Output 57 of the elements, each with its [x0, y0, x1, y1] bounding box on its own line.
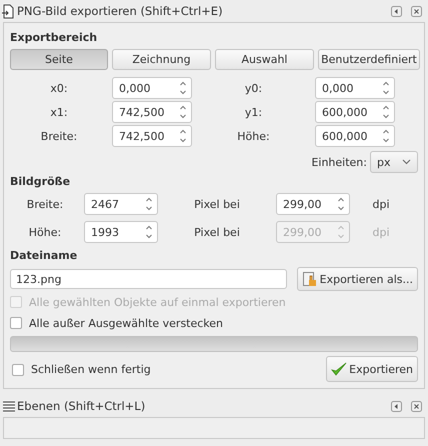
- collapse-icon[interactable]: [391, 6, 402, 16]
- spin-field[interactable]: 600,000: [315, 101, 395, 123]
- stepper-icon[interactable]: [382, 104, 390, 120]
- spin-field[interactable]: 0,000: [315, 77, 395, 99]
- collapse-icon[interactable]: [391, 400, 402, 412]
- field-label: x1:: [49, 106, 69, 118]
- spin-field[interactable]: 742,500: [112, 101, 192, 123]
- dialog-title: PNG-Bild exportieren (Shift+Ctrl+E): [17, 4, 223, 18]
- stepper-icon[interactable]: [179, 80, 187, 96]
- field-label: Höhe:: [28, 226, 62, 238]
- layers-icon: [2, 400, 16, 412]
- checkmark-icon: [331, 362, 348, 376]
- area-tab[interactable]: Benutzerdefiniert: [318, 49, 420, 70]
- spin-field[interactable]: 2467: [84, 193, 158, 215]
- checkbox-label: Schließen wenn fertig: [31, 363, 151, 376]
- section-heading: Dateiname: [10, 249, 78, 262]
- section-heading: Bildgröße: [10, 175, 72, 188]
- close-icon[interactable]: [411, 6, 422, 16]
- export-as-button[interactable]: Exportieren als...: [296, 267, 418, 291]
- units-dropdown[interactable]: px: [370, 151, 418, 173]
- spin-field[interactable]: 600,000: [315, 125, 395, 147]
- stepper-icon[interactable]: [382, 128, 390, 144]
- checkbox-label: Alle außer Ausgewählte verstecken: [29, 316, 224, 330]
- area-tab[interactable]: Auswahl: [215, 49, 314, 70]
- field-label: x0:: [49, 82, 69, 94]
- close-icon[interactable]: [411, 400, 422, 412]
- document-hand-icon: [302, 271, 318, 287]
- area-tab[interactable]: Seite: [10, 49, 108, 70]
- caret-icon: [402, 159, 411, 165]
- stepper-icon[interactable]: [179, 128, 187, 144]
- stepper-icon[interactable]: [337, 196, 345, 212]
- field-label: Breite:: [26, 198, 64, 210]
- field-label: Pixel bei: [193, 226, 241, 238]
- spin-field[interactable]: 0,000: [112, 77, 192, 99]
- stepper-icon[interactable]: [179, 104, 187, 120]
- checkbox[interactable]: [10, 317, 22, 329]
- section-heading: Exportbereich: [10, 31, 98, 44]
- field-label: Breite:: [40, 130, 78, 142]
- document-icon: [2, 4, 16, 18]
- checkbox-label: Alle gewählten Objekte auf einmal exportieren: [29, 296, 286, 308]
- field-label: Pixel bei: [193, 198, 241, 210]
- checkbox[interactable]: [12, 364, 24, 376]
- stepper-icon[interactable]: [382, 80, 390, 96]
- spin-field[interactable]: 742,500: [112, 125, 192, 147]
- filename-field[interactable]: 123.png: [10, 269, 287, 289]
- unit-label: dpi: [371, 226, 391, 238]
- stepper-icon[interactable]: [145, 224, 153, 240]
- area-tab[interactable]: Zeichnung: [112, 49, 211, 70]
- field-label: y0:: [244, 82, 264, 94]
- dialog-title: Ebenen (Shift+Ctrl+L): [17, 399, 146, 413]
- field-label: y1:: [244, 106, 264, 118]
- unit-label: dpi: [371, 198, 391, 210]
- export-button[interactable]: Exportieren: [326, 356, 418, 382]
- dpi-field[interactable]: 299,00: [276, 193, 350, 215]
- stepper-icon[interactable]: [145, 196, 153, 212]
- units-label: Einheiten:: [311, 156, 367, 168]
- field-label: Höhe:: [236, 130, 271, 142]
